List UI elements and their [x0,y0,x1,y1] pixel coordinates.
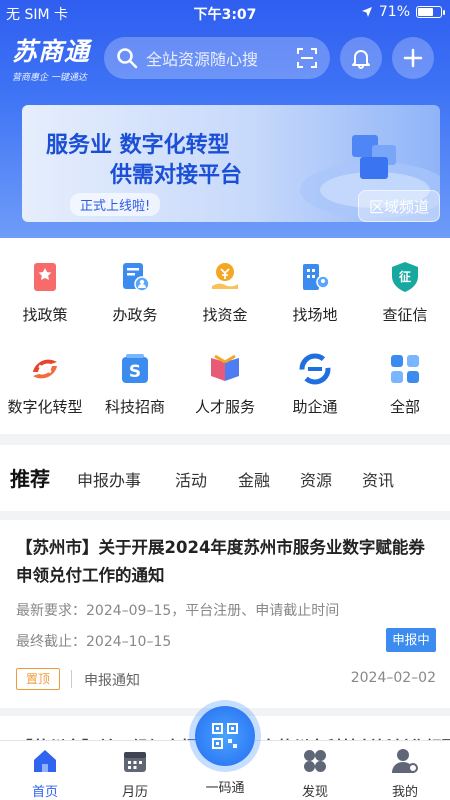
grid-item-tech[interactable]: S 科技招商 [90,352,180,417]
qr-code-button[interactable] [195,706,255,766]
grid-label: 办政务 [112,306,158,324]
bell-icon [352,50,370,69]
grid-label: 找政策 [22,306,68,324]
policy-icon [34,263,56,291]
grid-item-funding[interactable]: 找资金 [180,260,270,325]
search-placeholder: 全站资源随心搜 [146,50,259,69]
government-affairs-icon [123,263,150,292]
nav-label: 我的 [391,785,418,800]
grid-label: 数字化转型 [7,398,83,416]
scan-icon[interactable] [296,47,318,69]
all-apps-icon [391,355,419,383]
grid-item-digital[interactable]: 数字化转型 [0,352,90,417]
grid-item-policy[interactable]: 找政策 [0,260,90,325]
nav-label: 月历 [121,785,148,800]
grid-item-venue[interactable]: 找场地 [270,260,360,325]
nav-calendar[interactable]: 月历 [90,741,180,800]
notice-card[interactable]: 【苏州市】关于开展2024年度苏州市服务业数字赋能券申领兑付工作的通知 最新要求… [0,520,450,708]
battery-fill [418,8,433,16]
discover-icon [304,750,326,772]
funding-icon [212,263,238,289]
grid-label: 科技招商 [104,398,165,416]
home-icon [34,750,56,772]
grid-label: 全部 [389,398,420,416]
plus-icon [403,48,423,68]
svg-text:征: 征 [399,269,411,284]
status-bar: 无 SIM 卡 下午3:07 71% [0,0,450,26]
nav-discover[interactable]: 发现 [270,741,360,800]
svg-text:S: S [129,362,141,382]
grid-label: 人才服务 [194,398,255,416]
notification-button[interactable] [340,37,382,79]
banner-title-1: 服务业 数字化转型 [46,133,230,158]
profile-icon [392,749,418,773]
tab-resources[interactable]: 资源 [300,467,332,491]
talent-service-icon [211,354,239,381]
grid-item-all[interactable]: 全部 [360,352,450,417]
calendar-icon [124,752,146,772]
notice-date: 2024–02–02 [350,670,436,686]
content-tabs: 推荐 申报办事 活动 金融 资源 资讯 [0,445,450,511]
notice-requirement: 最新要求：2024–09–15，平台注册、申请截止时间 [16,603,340,619]
notice-title: 【苏州市】关于开展2024年度苏州市服务业数字赋能券申领兑付工作的通知 [16,538,425,585]
location-icon [361,7,372,17]
enterprise-assist-icon [299,353,331,385]
tab-apply[interactable]: 申报办事 [77,467,141,491]
logo-slogan: 营商惠企 一键通达 [12,73,87,83]
grid-item-assist[interactable]: 助企通 [270,352,360,417]
tech-investment-icon: S [122,354,148,383]
notice-deadline: 最终截止：2024–10–15 [16,634,172,650]
pinned-badge: 置顶 [16,668,60,690]
digital-transformation-icon [33,359,57,379]
tab-finance[interactable]: 金融 [238,467,270,491]
tab-news[interactable]: 资讯 [362,467,394,491]
grid-item-talent[interactable]: 人才服务 [180,352,270,417]
grid-label: 助企通 [292,398,338,416]
app-logo[interactable]: 苏商通 营商惠企 一键通达 [12,32,90,83]
tab-recommend[interactable]: 推荐 [10,463,50,492]
banner-title-2: 供需对接平台 [110,163,243,188]
logo-name: 苏商通 [12,37,91,66]
region-channel-button[interactable]: 区域频道 [358,190,440,222]
header-hero: 无 SIM 卡 下午3:07 71% 苏商通 营商惠企 一键通达 全站资源随心搜 [0,0,450,238]
grid-item-government[interactable]: 办政务 [90,260,180,325]
divider [71,670,72,688]
nav-label: 首页 [31,785,58,800]
battery-percent: 71% [378,4,410,20]
add-button[interactable] [392,37,434,79]
nav-profile[interactable]: 我的 [360,741,450,800]
nav-label: 一码通 [205,781,245,796]
notice-category: 申报通知 [84,673,140,689]
qr-code-icon [212,723,238,749]
service-grid: 找政策 办政务 找资金 找场地 征 查征信 数字化转型 S 科技招商 人才服务 … [0,238,450,434]
status-badge: 申报中 [386,628,436,652]
nav-label: 发现 [301,785,328,800]
credit-check-icon: 征 [392,262,418,292]
battery-icon [416,6,445,18]
banner-pill: 正式上线啦! [70,193,161,216]
grid-item-credit[interactable]: 征 查征信 [360,260,450,325]
search-icon [117,48,138,69]
search-bar[interactable]: 全站资源随心搜 [104,37,330,79]
nav-home[interactable]: 首页 [0,741,90,800]
tab-events[interactable]: 活动 [175,467,207,491]
venue-icon [303,264,330,290]
grid-label: 找资金 [202,306,248,324]
grid-label: 查征信 [382,306,428,324]
grid-label: 找场地 [292,306,338,324]
status-right: 71% [361,4,445,20]
